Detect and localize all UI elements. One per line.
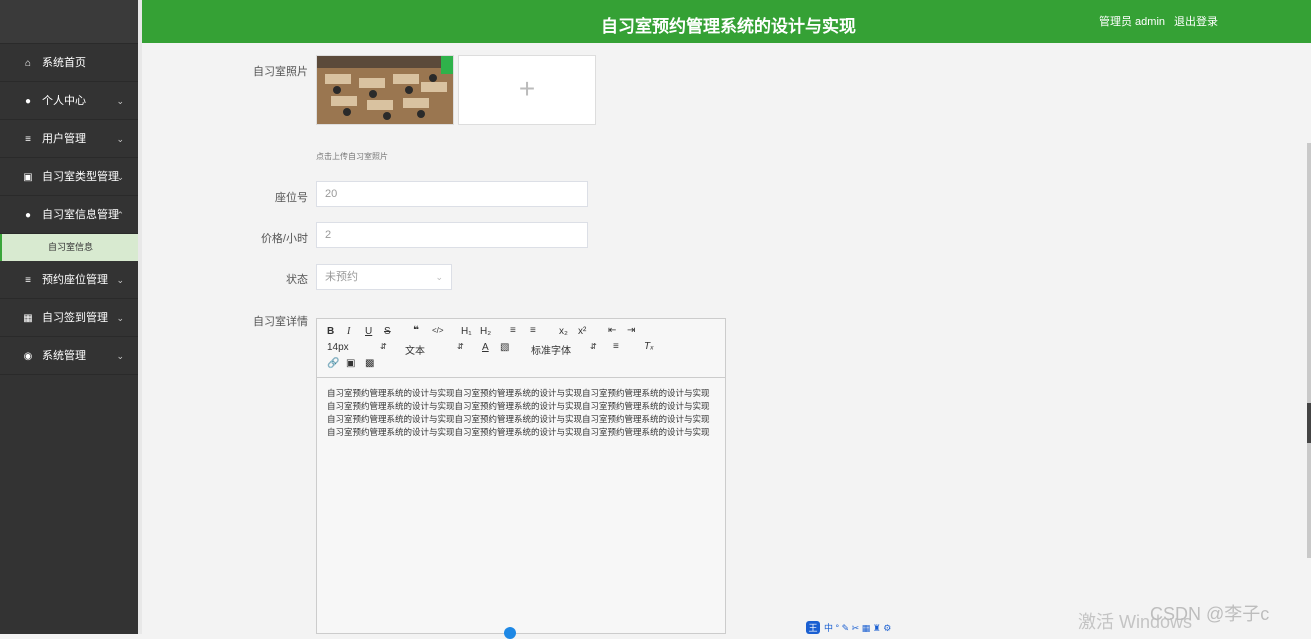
font-family-select[interactable]: 标准字体 <box>531 342 571 357</box>
floating-indicator <box>504 627 516 639</box>
font-color-icon[interactable]: A <box>482 342 489 353</box>
status-select-value: 未预约 <box>325 271 358 283</box>
status-select[interactable]: 未预约 ⌄ <box>316 264 452 290</box>
home-icon: ⌂ <box>24 58 32 69</box>
superscript-icon[interactable]: x² <box>578 326 586 337</box>
editor-toolbar: B I U S ❝ </> H₁ H₂ ≡ ≡ x₂ x² ⇤ ⇥ 14px ⇵… <box>317 319 725 378</box>
sidebar-item-home[interactable]: ⌂ 系统首页 <box>0 44 138 82</box>
chevron-down-icon: ⌄ <box>116 351 124 361</box>
code-icon[interactable]: </> <box>432 326 444 335</box>
sidebar-item-label: 系统管理 <box>42 350 86 362</box>
ime-tools-icon: ° ✎ ✂ ▦ ♜ ⚙ <box>835 623 892 633</box>
outdent-icon[interactable]: ⇤ <box>608 325 616 336</box>
sidebar-item-label: 自习室信息管理 <box>42 209 119 221</box>
block-type-select[interactable]: 文本 <box>405 342 425 357</box>
sidebar-item-room-types[interactable]: ▣ 自习室类型管理 ⌄ <box>0 158 138 196</box>
photo-upload-hint: 点击上传自习室照片 <box>316 152 388 161</box>
list-icon: ≡ <box>25 275 31 286</box>
align-icon[interactable]: ≡ <box>613 341 619 352</box>
chevron-up-icon: ⌃ <box>116 210 124 220</box>
sidebar-subitem-room-info[interactable]: 自习室信息 <box>0 234 138 261</box>
grid-icon: ▦ <box>23 313 33 324</box>
sidebar-item-label: 系统首页 <box>42 57 86 69</box>
link-icon[interactable]: 🔗 <box>327 358 339 369</box>
ime-toolbar[interactable]: 王中 ° ✎ ✂ ▦ ♜ ⚙ <box>806 621 891 634</box>
page-title: 自习室预约管理系统的设计与实现 <box>601 17 856 36</box>
strikethrough-icon[interactable]: S <box>384 326 391 337</box>
blockquote-icon[interactable]: ❝ <box>413 325 419 336</box>
chevron-down-icon: ⌄ <box>116 134 124 144</box>
chevron-updown-icon: ⇵ <box>457 342 464 351</box>
sidebar-item-users[interactable]: ≡ 用户管理 ⌄ <box>0 120 138 158</box>
sidebar-item-label: 个人中心 <box>42 95 86 107</box>
upload-add-button[interactable]: + <box>458 55 596 125</box>
bold-icon[interactable]: B <box>327 326 334 337</box>
page-scrollbar-track[interactable] <box>1307 143 1311 558</box>
status-label: 状态 <box>286 274 308 286</box>
chevron-down-icon: ⌄ <box>116 275 124 285</box>
user-icon: ● <box>24 210 32 221</box>
font-family-value: 标准字体 <box>531 346 571 357</box>
sidebar-item-label: 预约座位管理 <box>42 274 108 286</box>
detail-label: 自习室详情 <box>253 316 308 328</box>
sidebar-top <box>0 0 138 44</box>
logout-link[interactable]: 退出登录 <box>1174 13 1218 29</box>
font-size-value: 14px <box>327 342 349 353</box>
ime-logo-icon: 王 <box>806 621 820 634</box>
room-photo-thumbnail[interactable] <box>316 55 454 125</box>
seat-number-input[interactable]: 20 <box>316 181 588 207</box>
clipboard-icon: ▣ <box>23 172 33 183</box>
bullet-list-icon[interactable]: ≡ <box>530 325 536 336</box>
sidebar-item-checkin[interactable]: ▦ 自习签到管理 ⌄ <box>0 299 138 337</box>
heading1-icon[interactable]: H₁ <box>461 326 472 337</box>
ime-language-label: 中 <box>824 623 834 633</box>
sidebar-item-reservations[interactable]: ≡ 预约座位管理 ⌄ <box>0 261 138 299</box>
chevron-down-icon: ⌄ <box>116 96 124 106</box>
chevron-down-icon: ⌄ <box>116 313 124 323</box>
sidebar-item-label: 用户管理 <box>42 133 86 145</box>
chevron-updown-icon: ⇵ <box>590 342 597 351</box>
ordered-list-icon[interactable]: ≡ <box>510 325 516 336</box>
italic-icon[interactable]: I <box>347 326 350 337</box>
chevron-down-icon: ⌄ <box>116 172 124 182</box>
font-size-select[interactable]: 14px <box>327 342 349 353</box>
heading2-icon[interactable]: H₂ <box>480 326 491 337</box>
user-icon: ● <box>24 96 32 107</box>
clear-format-icon[interactable]: Tₓ <box>644 341 654 352</box>
sidebar-divider <box>138 0 142 634</box>
sidebar-item-room-info[interactable]: ● 自习室信息管理 ⌃ <box>0 196 138 234</box>
block-type-value: 文本 <box>405 346 425 357</box>
price-input[interactable]: 2 <box>316 222 588 248</box>
background-color-icon[interactable]: ▧ <box>500 342 509 353</box>
plus-icon: + <box>518 73 536 104</box>
chevron-updown-icon: ⇵ <box>380 342 387 351</box>
current-user: 管理员 admin <box>1099 16 1166 28</box>
csdn-watermark: CSDN @李子c <box>1150 604 1270 624</box>
sidebar-item-personal[interactable]: ● 个人中心 ⌄ <box>0 82 138 120</box>
underline-icon[interactable]: U <box>365 326 372 337</box>
sidebar-item-system[interactable]: ◉ 系统管理 ⌄ <box>0 337 138 375</box>
video-icon[interactable]: ▩ <box>365 358 374 369</box>
room-photo-image <box>317 56 453 124</box>
rich-text-editor[interactable]: B I U S ❝ </> H₁ H₂ ≡ ≡ x₂ x² ⇤ ⇥ 14px ⇵… <box>316 318 726 634</box>
top-header: 自习室预约管理系统的设计与实现 管理员 admin 退出登录 <box>142 0 1311 43</box>
image-icon[interactable]: ▣ <box>346 358 355 369</box>
editor-content[interactable]: 自习室预约管理系统的设计与实现自习室预约管理系统的设计与实现自习室预约管理系统的… <box>327 387 717 439</box>
bulb-icon: ◉ <box>23 351 33 362</box>
indent-icon[interactable]: ⇥ <box>627 325 635 336</box>
page-scrollbar-thumb[interactable] <box>1307 403 1311 443</box>
sidebar-item-label: 自习签到管理 <box>42 312 108 324</box>
seat-label: 座位号 <box>275 192 308 204</box>
list-icon: ≡ <box>25 134 31 145</box>
sidebar: ⌂ 系统首页 ● 个人中心 ⌄ ≡ 用户管理 ⌄ ▣ 自习室类型管理 ⌄ ● 自习室信息管… <box>0 0 138 634</box>
sidebar-item-label: 自习室类型管理 <box>42 171 119 183</box>
chevron-down-icon: ⌄ <box>435 272 443 282</box>
subscript-icon[interactable]: x₂ <box>559 326 568 337</box>
price-label: 价格/小时 <box>260 233 308 245</box>
photo-label: 自习室照片 <box>253 66 308 78</box>
